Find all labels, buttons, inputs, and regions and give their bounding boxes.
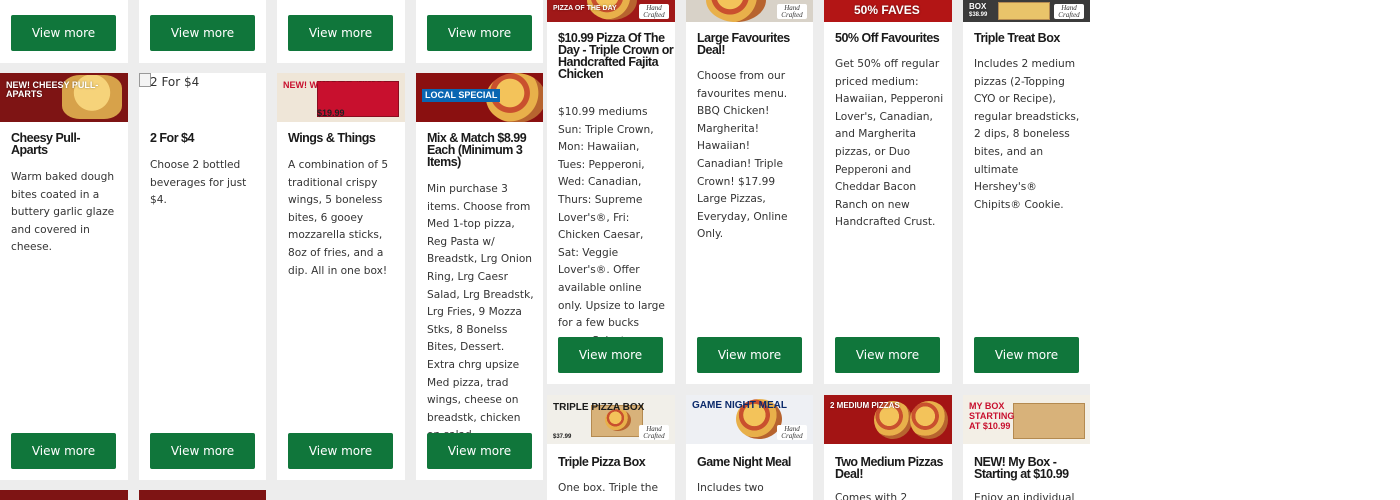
view-more-button[interactable]: View more: [835, 337, 940, 373]
offer-title: Game Night Meal: [697, 455, 791, 469]
view-more-button[interactable]: View more: [11, 15, 116, 51]
offer-title: NEW! My Box - Starting at $10.99: [974, 455, 1069, 481]
view-more-button[interactable]: View more: [558, 337, 663, 373]
offer-image-label: 2 MEDIUM PIZZAS: [830, 401, 900, 410]
offer-card-prev-1: View more: [0, 0, 128, 63]
view-more-button[interactable]: View more: [150, 15, 255, 51]
offer-image-label: 50% FAVES: [854, 3, 920, 17]
view-more-button[interactable]: View more: [427, 433, 532, 469]
offer-description: Min purchase 3 items. Choose from Med 1-…: [427, 183, 534, 441]
offer-image-broken: 2 For $4: [139, 73, 266, 122]
offer-card-prev-2: View more: [139, 0, 266, 63]
offer-image-label: GAME NIGHT MEAL: [692, 400, 787, 411]
offer-card-large-favourites: Hand Crafted Large Favourites Deal! Choo…: [686, 0, 813, 384]
offer-card-prev-4: View more: [416, 0, 543, 63]
offer-image-price: $38.99: [969, 12, 988, 18]
offer-description: Includes two medium: [697, 482, 764, 500]
offer-card-next-1: [0, 490, 128, 500]
offer-image: Hand Crafted: [686, 0, 813, 22]
view-more-button[interactable]: View more: [11, 433, 116, 469]
handcrafted-badge: Hand Crafted: [1054, 4, 1084, 19]
offer-card-game-night-meal: GAME NIGHT MEAL Hand Crafted Game Night …: [686, 395, 813, 500]
offer-card-50-off-favourites: 50% FAVES 50% Off Favourites Get 50% off…: [824, 0, 952, 384]
view-more-button[interactable]: View more: [974, 337, 1079, 373]
offer-title: 50% Off Favourites: [835, 31, 940, 45]
offer-card-wings-and-things: NEW! WINGS & THINGS $19.99 Wings & Thing…: [277, 73, 405, 480]
offer-image-label: NEW! WINGS & THINGS: [283, 80, 386, 90]
offer-title: Cheesy Pull- Aparts: [11, 131, 81, 157]
offer-card-two-medium-pizzas: 2 MEDIUM PIZZAS Two Medium Pizzas Deal! …: [824, 395, 952, 500]
offer-description: Choose from our favourites menu. BBQ Chi…: [697, 70, 788, 241]
offer-image-label: BOX: [969, 2, 987, 11]
offer-title: 2 For $4: [150, 131, 194, 145]
offer-title: Triple Pizza Box: [558, 455, 646, 469]
handcrafted-badge: Hand Crafted: [639, 425, 669, 440]
offer-description: Warm baked dough bites coated in a butte…: [11, 171, 115, 254]
offer-image: NEW! WINGS & THINGS $19.99: [277, 73, 405, 122]
offer-image: BOX $38.99 Hand Crafted: [963, 0, 1090, 22]
handcrafted-badge: Hand Crafted: [639, 4, 669, 19]
offer-title: $10.99 Pizza Of The Day - Triple Crown o…: [558, 31, 674, 81]
offer-image-price: $19.99: [317, 108, 345, 118]
offer-image: NEW! CHEESY PULL-APARTS: [0, 73, 128, 122]
offer-image-label: NEW! CHEESY PULL-APARTS: [6, 80, 99, 99]
offer-card-prev-3: View more: [277, 0, 405, 63]
offer-image: MY BOX STARTING AT $10.99: [963, 395, 1090, 444]
handcrafted-badge: Hand Crafted: [777, 425, 807, 440]
offer-image-price: $37.99: [553, 434, 572, 440]
offer-card-cheesy-pull-aparts: NEW! CHEESY PULL-APARTS Cheesy Pull- Apa…: [0, 73, 128, 480]
offer-description: $10.99 mediums Sun: Triple Crown, Mon: H…: [558, 106, 665, 364]
offer-image-label: LOCAL SPECIAL: [422, 89, 501, 102]
offer-image-label: PIZZA OF THE DAY: [553, 5, 617, 12]
offer-card-pizza-of-the-day: PIZZA OF THE DAY Hand Crafted $10.99 Piz…: [547, 0, 675, 384]
offer-image: 2 MEDIUM PIZZAS: [824, 395, 952, 444]
offer-card-mix-and-match: LOCAL SPECIAL Mix & Match $8.99 Each (Mi…: [416, 73, 543, 480]
offer-description: Comes with 2 medium: [835, 492, 908, 500]
offer-card-next-2: [139, 490, 266, 500]
offer-image: TRIPLE PIZZA BOX $37.99 Hand Crafted: [547, 395, 675, 444]
handcrafted-badge: Hand Crafted: [777, 4, 807, 19]
offer-description: One box. Triple the: [558, 482, 658, 494]
offer-image-label: MY BOX STARTING AT $10.99: [969, 401, 1015, 431]
offer-card-triple-treat-box: BOX $38.99 Hand Crafted Triple Treat Box…: [963, 0, 1090, 384]
offer-card-triple-pizza-box: TRIPLE PIZZA BOX $37.99 Hand Crafted Tri…: [547, 395, 675, 500]
offer-image: 50% FAVES: [824, 0, 952, 22]
offer-title: Mix & Match $8.99 Each (Minimum 3 Items): [427, 131, 527, 169]
offer-image-alt-text: 2 For $4: [150, 75, 200, 89]
offer-title: Wings & Things: [288, 131, 376, 145]
view-more-button[interactable]: View more: [427, 15, 532, 51]
offer-description: A combination of 5 traditional crispy wi…: [288, 159, 389, 277]
offer-title: Two Medium Pizzas Deal!: [835, 455, 943, 481]
offer-image: GAME NIGHT MEAL Hand Crafted: [686, 395, 813, 444]
view-more-button[interactable]: View more: [288, 433, 393, 469]
offer-description: Get 50% off regular priced medium: Hawai…: [835, 58, 944, 229]
offer-image: PIZZA OF THE DAY Hand Crafted: [547, 0, 675, 22]
offer-description: Includes 2 medium pizzas (2-Topping CYO …: [974, 58, 1080, 211]
offer-description: Choose 2 bottled beverages for just $4.: [150, 159, 247, 207]
offer-card-my-box: MY BOX STARTING AT $10.99 NEW! My Box - …: [963, 395, 1090, 500]
offer-description: Enjoy an individual 2: [974, 492, 1075, 500]
view-more-button[interactable]: View more: [150, 433, 255, 469]
offer-title: Triple Treat Box: [974, 31, 1060, 45]
view-more-button[interactable]: View more: [697, 337, 802, 373]
offer-title: Large Favourites Deal!: [697, 31, 790, 57]
offer-image-label: TRIPLE PIZZA BOX: [553, 402, 645, 413]
offer-image: LOCAL SPECIAL: [416, 73, 543, 122]
offer-card-2-for-4: 2 For $4 2 For $4 Choose 2 bottled bever…: [139, 73, 266, 480]
view-more-button[interactable]: View more: [288, 15, 393, 51]
